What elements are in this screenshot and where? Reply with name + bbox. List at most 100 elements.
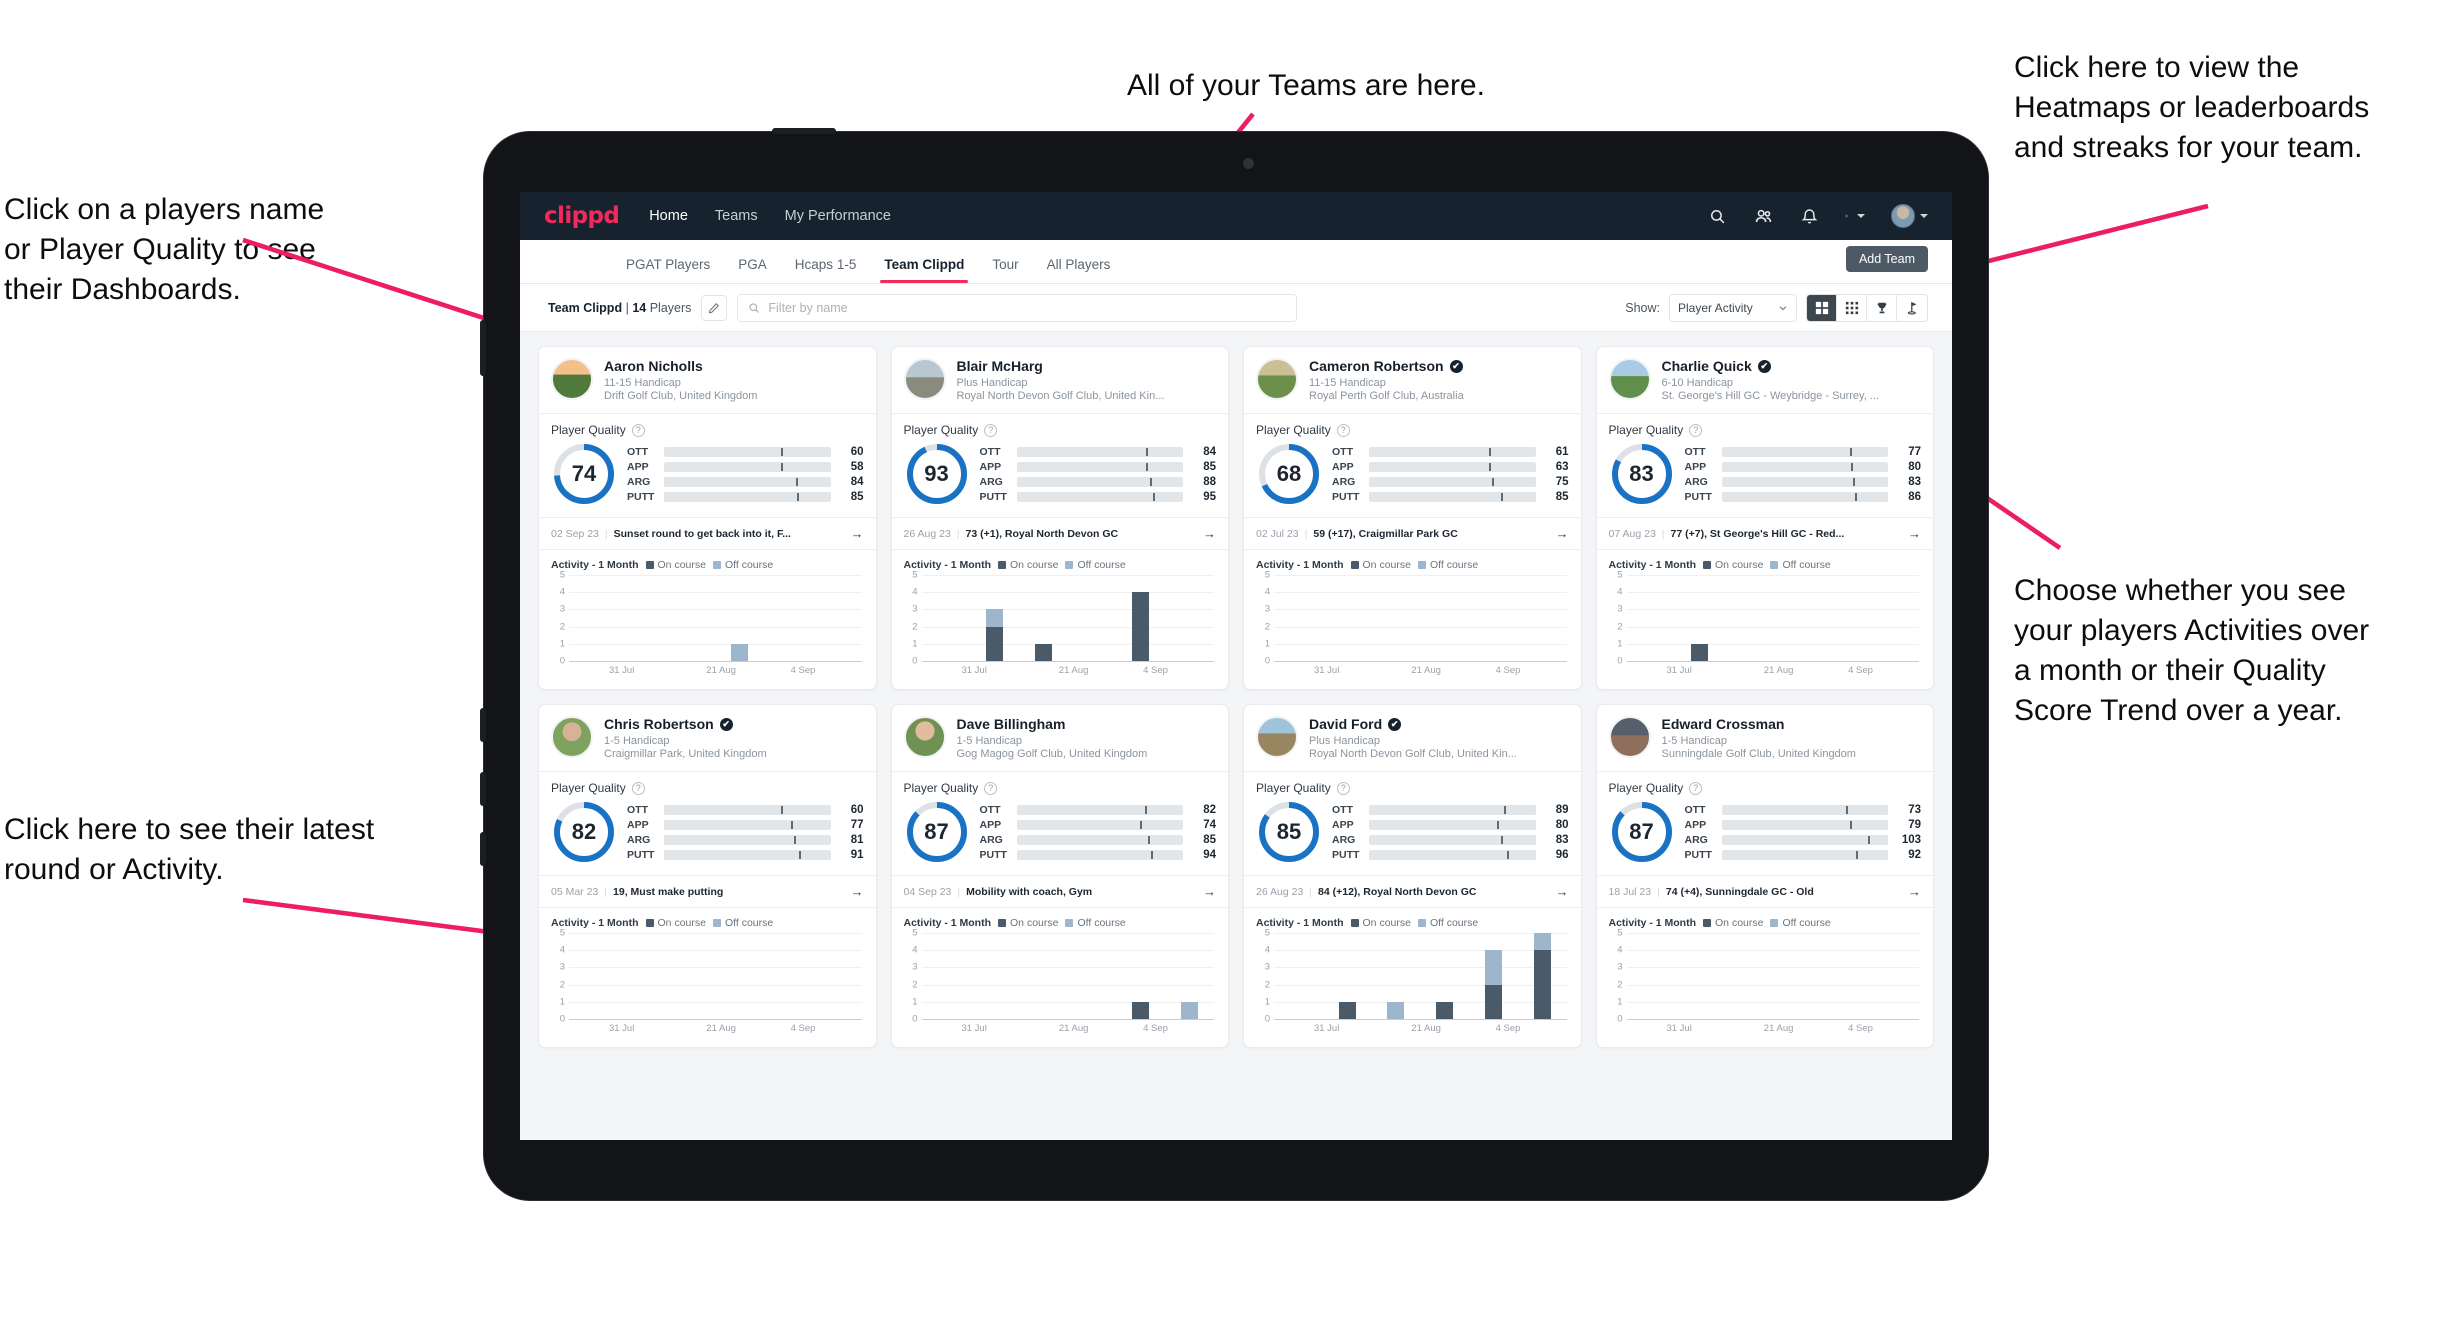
latest-round-row[interactable]: 05 Mar 23 | 19, Must make putting → — [539, 875, 876, 908]
player-card-header[interactable]: Chris Robertson ✔ 1-5 Handicap Craigmill… — [539, 705, 876, 772]
player-avatar[interactable] — [903, 716, 946, 758]
nav-link-home[interactable]: Home — [649, 208, 688, 224]
volume-up-button[interactable] — [480, 320, 486, 376]
bell-icon[interactable] — [1799, 206, 1819, 226]
tab-pga[interactable]: PGA — [724, 257, 781, 283]
quality-score-ring[interactable]: 68 — [1256, 441, 1322, 507]
arrow-right-icon[interactable]: → — [1908, 884, 1921, 899]
player-card[interactable]: Chris Robertson ✔ 1-5 Handicap Craigmill… — [538, 704, 877, 1048]
help-icon[interactable]: ? — [984, 423, 998, 437]
player-quality-body[interactable]: 74 OTT 60 APP 58 ARG 84 PUTT 85 — [539, 439, 876, 517]
tab-pgat-players[interactable]: PGAT Players — [612, 257, 724, 283]
quality-score-ring[interactable]: 85 — [1256, 799, 1322, 865]
player-avatar[interactable] — [1256, 358, 1298, 400]
arrow-right-icon[interactable]: → — [851, 526, 864, 541]
player-card-header[interactable]: Charlie Quick ✔ 6-10 Handicap St. George… — [1596, 347, 1933, 414]
trophy-icon[interactable] — [1867, 294, 1897, 321]
arrow-right-icon[interactable]: → — [1203, 526, 1216, 541]
player-card-header[interactable]: David Ford ✔ Plus Handicap Royal North D… — [1244, 705, 1581, 772]
latest-round-row[interactable]: 02 Sep 23 | Sunset round to get back int… — [539, 517, 876, 550]
quality-score-ring[interactable]: 87 — [1609, 799, 1675, 865]
side-button-1[interactable] — [480, 708, 486, 742]
help-icon[interactable]: ? — [1689, 423, 1703, 437]
player-avatar[interactable] — [551, 716, 593, 758]
help-icon[interactable]: ? — [1689, 781, 1703, 795]
help-icon[interactable]: ? — [1336, 423, 1350, 437]
team-icon[interactable] — [1753, 206, 1773, 226]
arrow-right-icon[interactable]: → — [1556, 526, 1569, 541]
user-menu[interactable] — [1891, 204, 1928, 228]
player-card[interactable]: Aaron Nicholls 11-15 Handicap Drift Golf… — [538, 346, 877, 690]
player-name[interactable]: Blair McHarg — [957, 358, 1165, 374]
help-icon[interactable]: ? — [984, 781, 998, 795]
latest-round-row[interactable]: 07 Aug 23 | 77 (+7), St George's Hill GC… — [1596, 517, 1933, 550]
player-card[interactable]: Charlie Quick ✔ 6-10 Handicap St. George… — [1595, 346, 1934, 690]
player-card-header[interactable]: Edward Crossman 1-5 Handicap Sunningdale… — [1596, 705, 1933, 772]
player-name[interactable]: Cameron Robertson ✔ — [1309, 358, 1464, 374]
player-quality-body[interactable]: 68 OTT 61 APP 63 ARG 75 PUTT 85 — [1244, 439, 1581, 517]
nav-link-teams[interactable]: Teams — [715, 208, 758, 224]
player-name[interactable]: Aaron Nicholls — [604, 358, 757, 374]
edit-team-button[interactable] — [701, 294, 728, 321]
player-card[interactable]: Blair McHarg Plus Handicap Royal North D… — [890, 346, 1229, 690]
quality-score-ring[interactable]: 87 — [904, 799, 970, 865]
player-name[interactable]: David Ford ✔ — [1309, 716, 1517, 732]
player-avatar[interactable] — [903, 358, 946, 400]
tab-tour[interactable]: Tour — [978, 257, 1032, 283]
nav-link-my-performance[interactable]: My Performance — [785, 208, 891, 224]
clippd-logo[interactable]: clippd — [544, 203, 620, 229]
plus-circle-icon[interactable] — [1845, 206, 1865, 226]
latest-round-row[interactable]: 26 Aug 23 | 73 (+1), Royal North Devon G… — [891, 517, 1228, 550]
add-team-button[interactable]: Add Team — [1845, 246, 1928, 272]
chevron-down-icon[interactable] — [1857, 214, 1865, 218]
help-icon[interactable]: ? — [631, 781, 645, 795]
player-quality-body[interactable]: 83 OTT 77 APP 80 ARG 83 PUTT 86 — [1597, 439, 1934, 517]
player-quality-body[interactable]: 93 OTT 84 APP 85 ARG 88 PUTT 95 — [892, 439, 1229, 517]
latest-round-row[interactable]: 26 Aug 23 | 84 (+12), Royal North Devon … — [1244, 875, 1581, 908]
arrow-right-icon[interactable]: → — [1908, 526, 1921, 541]
tab-all-players[interactable]: All Players — [1033, 257, 1125, 283]
side-button-2[interactable] — [480, 772, 486, 806]
flagstick-icon[interactable] — [1897, 295, 1927, 321]
quality-score-ring[interactable]: 83 — [1609, 441, 1675, 507]
player-card[interactable]: Cameron Robertson ✔ 11-15 Handicap Royal… — [1243, 346, 1582, 690]
side-button-3[interactable] — [480, 832, 486, 866]
help-icon[interactable]: ? — [1336, 781, 1350, 795]
player-name[interactable]: Dave Billingham — [957, 716, 1148, 732]
tab-team-clippd[interactable]: Team Clippd — [870, 257, 978, 283]
player-name[interactable]: Charlie Quick ✔ — [1662, 358, 1879, 374]
player-card-header[interactable]: Aaron Nicholls 11-15 Handicap Drift Golf… — [539, 347, 876, 414]
player-quality-body[interactable]: 82 OTT 60 APP 77 ARG 81 PUTT 91 — [539, 797, 876, 875]
player-card[interactable]: Edward Crossman 1-5 Handicap Sunningdale… — [1595, 704, 1934, 1048]
player-card-header[interactable]: Cameron Robertson ✔ 11-15 Handicap Royal… — [1244, 347, 1581, 414]
player-avatar[interactable] — [1256, 716, 1298, 758]
latest-round-row[interactable]: 18 Jul 23 | 74 (+4), Sunningdale GC - Ol… — [1596, 875, 1933, 908]
player-avatar[interactable] — [1608, 716, 1651, 758]
show-select[interactable]: Player Activity — [1669, 293, 1797, 322]
grid-small-icon[interactable] — [1837, 294, 1867, 321]
quality-score-ring[interactable]: 93 — [904, 441, 970, 507]
latest-round-row[interactable]: 04 Sep 23 | Mobility with coach, Gym → — [891, 875, 1228, 908]
player-quality-body[interactable]: 87 OTT 73 APP 79 ARG 103 PUTT 92 — [1597, 797, 1934, 875]
player-quality-body[interactable]: 85 OTT 89 APP 80 ARG 83 PUTT 96 — [1244, 797, 1581, 875]
player-avatar[interactable] — [551, 358, 593, 400]
grid-large-icon[interactable] — [1807, 294, 1837, 321]
player-quality-body[interactable]: 87 OTT 82 APP 74 ARG 85 PUTT 94 — [892, 797, 1229, 875]
player-name[interactable]: Edward Crossman — [1662, 716, 1856, 732]
player-card-header[interactable]: Blair McHarg Plus Handicap Royal North D… — [891, 347, 1228, 414]
player-card[interactable]: David Ford ✔ Plus Handicap Royal North D… — [1243, 704, 1582, 1048]
power-button[interactable] — [772, 128, 836, 134]
latest-round-row[interactable]: 02 Jul 23 | 59 (+17), Craigmillar Park G… — [1244, 517, 1581, 550]
arrow-right-icon[interactable]: → — [851, 884, 864, 899]
quality-score-ring[interactable]: 82 — [551, 799, 617, 865]
player-cards-scroll-area[interactable]: Aaron Nicholls 11-15 Handicap Drift Golf… — [520, 332, 1952, 1124]
tab-hcaps-1-5[interactable]: Hcaps 1-5 — [781, 257, 871, 283]
help-icon[interactable]: ? — [631, 423, 645, 437]
player-name[interactable]: Chris Robertson ✔ — [604, 716, 767, 732]
search-icon[interactable] — [1707, 206, 1727, 226]
arrow-right-icon[interactable]: → — [1203, 884, 1216, 899]
player-card[interactable]: Dave Billingham 1-5 Handicap Gog Magog G… — [890, 704, 1229, 1048]
player-avatar[interactable] — [1608, 358, 1651, 400]
arrow-right-icon[interactable]: → — [1556, 884, 1569, 899]
search-input[interactable]: Filter by name — [737, 293, 1298, 322]
